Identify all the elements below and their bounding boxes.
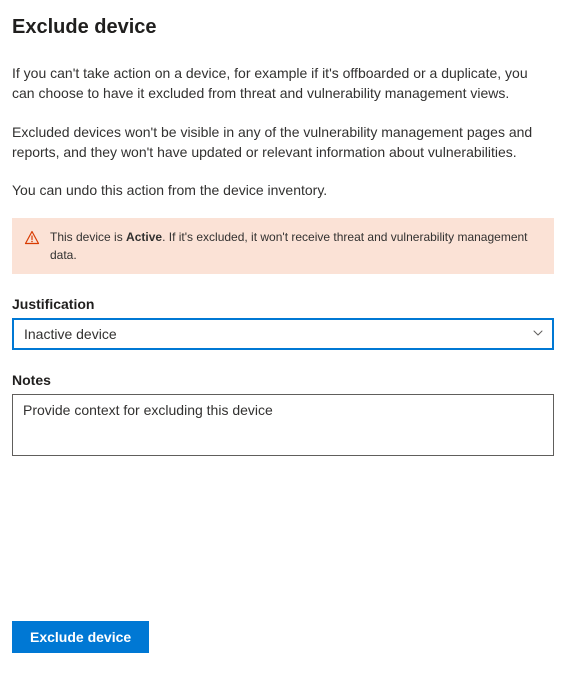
description-paragraph-2: Excluded devices won't be visible in any… xyxy=(12,122,554,163)
justification-label: Justification xyxy=(12,296,554,312)
description-paragraph-1: If you can't take action on a device, fo… xyxy=(12,63,554,104)
warning-icon xyxy=(24,230,40,249)
footer-actions: Exclude device xyxy=(12,621,149,653)
alert-status: Active xyxy=(126,230,162,244)
exclude-device-button[interactable]: Exclude device xyxy=(12,621,149,653)
justification-select-value[interactable]: Inactive device xyxy=(12,318,554,350)
description-paragraph-3: You can undo this action from the device… xyxy=(12,180,554,200)
notes-input[interactable] xyxy=(12,394,554,456)
notes-label: Notes xyxy=(12,372,554,388)
alert-prefix: This device is xyxy=(50,230,126,244)
alert-text: This device is Active. If it's excluded,… xyxy=(50,228,540,264)
page-title: Exclude device xyxy=(12,16,554,39)
notes-field: Notes xyxy=(12,372,554,459)
justification-select[interactable]: Inactive device xyxy=(12,318,554,350)
alert-banner: This device is Active. If it's excluded,… xyxy=(12,218,554,274)
description-block: If you can't take action on a device, fo… xyxy=(12,63,554,200)
justification-field: Justification Inactive device xyxy=(12,296,554,350)
